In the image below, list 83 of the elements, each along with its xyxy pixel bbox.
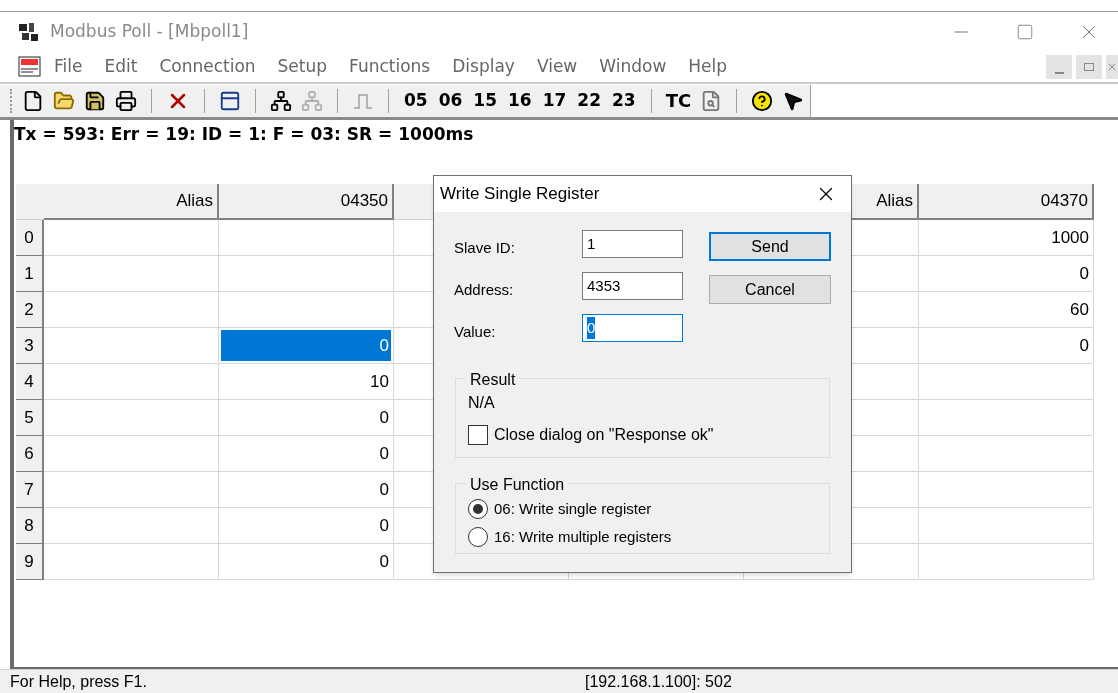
row-header: 2 — [16, 292, 44, 328]
function-code-button[interactable]: 17 — [541, 87, 568, 114]
table-cell[interactable] — [919, 400, 1094, 436]
dialog-button[interactable]: Cancel — [709, 275, 831, 304]
window-title: Modbus Poll - [Mbpoll1] — [50, 20, 249, 44]
menu-item[interactable]: View — [536, 54, 578, 80]
table-cell[interactable] — [919, 508, 1094, 544]
checkbox[interactable] — [468, 425, 488, 445]
radio-button[interactable] — [468, 526, 488, 547]
function-code-button[interactable]: 22 — [576, 87, 603, 114]
row-header: 3 — [16, 328, 44, 364]
table-cell[interactable] — [44, 328, 219, 364]
row-header: 4 — [16, 364, 44, 400]
checkbox-label[interactable]: Close dialog on "Response ok" — [494, 423, 714, 447]
floppy-icon[interactable] — [84, 89, 106, 112]
status-text: [192.168.1.100]: 502 — [585, 671, 732, 692]
menu-item[interactable]: File — [54, 54, 83, 80]
network-icon[interactable] — [270, 89, 292, 112]
radio-label[interactable]: 16: Write multiple registers — [494, 525, 672, 548]
row-header: 5 — [16, 400, 44, 436]
menu-item[interactable]: Functions — [349, 54, 431, 80]
function-code-button[interactable]: 23 — [611, 87, 637, 114]
column-header[interactable]: 04370 — [919, 184, 1094, 220]
table-cell[interactable] — [919, 364, 1094, 400]
printer-icon[interactable] — [115, 89, 137, 112]
input-field[interactable]: 0 — [582, 314, 683, 342]
row-header: 0 — [16, 220, 44, 256]
table-cell[interactable] — [219, 292, 394, 328]
table-cell[interactable] — [44, 400, 219, 436]
folder-icon[interactable] — [53, 89, 75, 112]
menu-item[interactable]: Setup — [277, 54, 328, 80]
status-line: Tx = 593: Err = 19: ID = 1: F = 03: SR = 1000ms — [14, 123, 474, 147]
maximize-icon[interactable] — [1016, 23, 1034, 41]
input-field[interactable]: 4353 — [582, 272, 683, 300]
table-cell[interactable] — [919, 436, 1094, 472]
menu-item[interactable]: Help — [688, 54, 728, 80]
table-cell[interactable] — [44, 364, 219, 400]
table-cell[interactable] — [44, 220, 219, 256]
result-text: N/A — [468, 393, 495, 413]
minimize-icon[interactable] — [1046, 55, 1072, 79]
traffic-button[interactable]: TC — [665, 87, 692, 114]
status-text: For Help, press F1. — [10, 671, 148, 692]
column-header[interactable]: Alias — [44, 184, 219, 220]
field-label: Value: — [454, 321, 497, 342]
row-header: 9 — [16, 544, 44, 580]
input-field[interactable]: 1 — [582, 230, 683, 258]
row-header: 1 — [16, 256, 44, 292]
dialog-title: Write Single Register — [440, 183, 600, 206]
restore-icon[interactable] — [1076, 55, 1102, 79]
document-icon[interactable] — [22, 89, 44, 112]
field-label: Slave ID: — [454, 237, 516, 258]
function-code-button[interactable]: 16 — [507, 87, 533, 114]
help-icon[interactable] — [751, 89, 774, 112]
table-cell[interactable] — [44, 472, 219, 508]
radio-label[interactable]: 06: Write single register — [494, 498, 652, 521]
row-header: 7 — [16, 472, 44, 508]
column-header[interactable]: 04350 — [219, 184, 394, 220]
table-cell[interactable]: 0 — [221, 330, 391, 361]
row-header: 6 — [16, 436, 44, 472]
corner-header[interactable] — [16, 184, 44, 220]
table-cell[interactable] — [219, 256, 394, 292]
window-icon[interactable] — [219, 89, 241, 112]
dialog-button[interactable]: Send — [709, 232, 831, 261]
table-cell[interactable] — [44, 436, 219, 472]
table-cell[interactable] — [219, 220, 394, 256]
menu-item[interactable]: Edit — [104, 54, 138, 80]
function-code-button[interactable]: 05 — [403, 87, 429, 114]
radio-button[interactable] — [468, 499, 488, 520]
table-cell[interactable] — [919, 544, 1094, 580]
document-icon — [18, 56, 42, 78]
table-cell[interactable] — [44, 256, 219, 292]
row-header: 8 — [16, 508, 44, 544]
function-code-button[interactable]: 06 — [437, 87, 464, 114]
table-cell[interactable] — [44, 292, 219, 328]
table-cell[interactable] — [919, 472, 1094, 508]
function-code-button[interactable]: 15 — [472, 87, 498, 114]
menu-item[interactable]: Window — [599, 54, 667, 80]
app-icon — [18, 22, 40, 42]
menu-item[interactable]: Display — [452, 54, 515, 80]
field-label: Address: — [454, 279, 515, 300]
table-cell[interactable] — [44, 508, 219, 544]
table-cell[interactable] — [44, 544, 219, 580]
menu-item[interactable]: Connection — [159, 54, 256, 80]
